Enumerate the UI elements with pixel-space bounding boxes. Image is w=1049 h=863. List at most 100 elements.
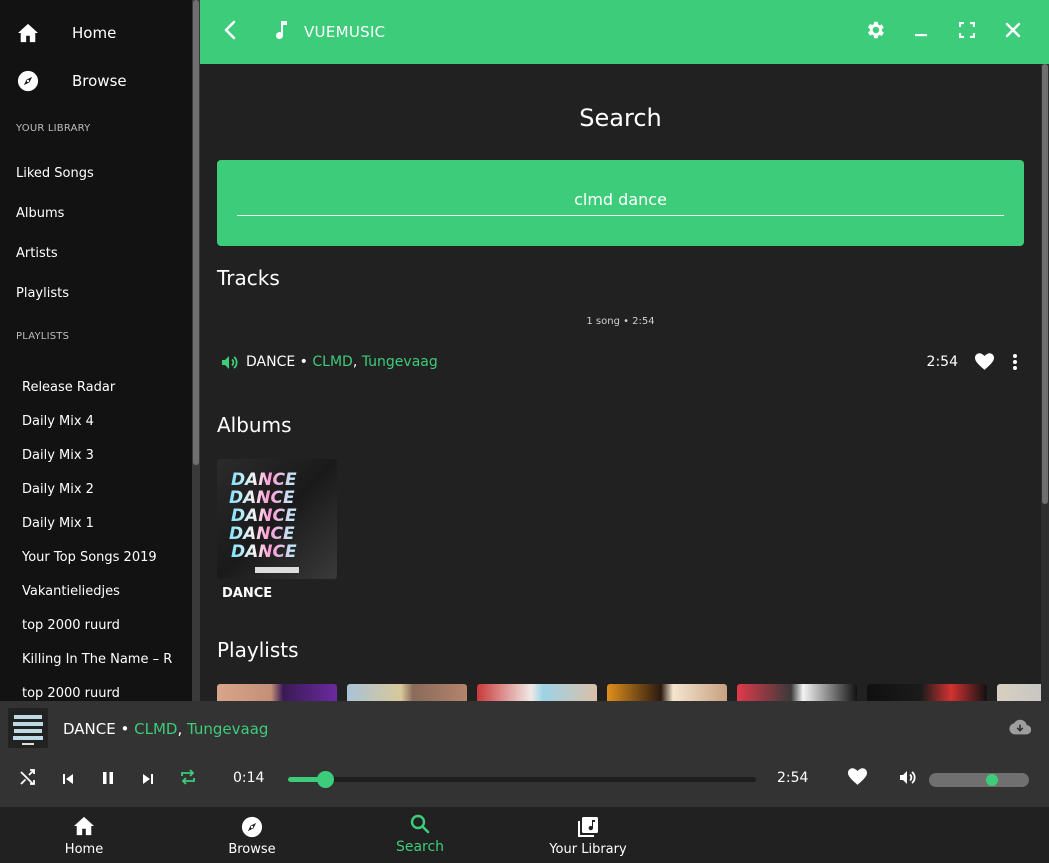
volume-slider[interactable]	[929, 773, 1029, 787]
app-title: VUEMUSIC	[304, 23, 386, 41]
volume-thumb[interactable]	[986, 774, 998, 786]
shuffle-button[interactable]	[16, 769, 40, 789]
settings-button[interactable]	[859, 16, 891, 48]
home-icon	[16, 21, 40, 45]
album-art-text: DANCE	[231, 506, 297, 526]
sidebar-item-artists[interactable]: Artists	[16, 246, 58, 261]
sidebar-playlist-item[interactable]: Your Top Songs 2019	[22, 550, 172, 565]
track-separator: •	[299, 354, 308, 370]
playlists-row	[217, 684, 1047, 701]
repeat-icon	[179, 769, 197, 789]
bottom-nav-label: Your Library	[549, 842, 627, 857]
minimize-button[interactable]	[905, 16, 937, 48]
sidebar-nav-label: Browse	[72, 72, 127, 90]
close-button[interactable]	[997, 16, 1029, 48]
pause-icon	[102, 770, 114, 789]
sidebar-playlist-item[interactable]: Daily Mix 1	[22, 516, 172, 531]
album-title: DANCE	[222, 586, 273, 601]
main-scrollbar[interactable]	[1041, 64, 1049, 701]
sidebar-playlist-item[interactable]: Release Radar	[22, 380, 172, 395]
sidebar-item-liked-songs[interactable]: Liked Songs	[16, 166, 94, 181]
skip-next-icon	[142, 770, 154, 789]
sidebar-playlist-item[interactable]: Daily Mix 3	[22, 448, 172, 463]
back-button[interactable]	[214, 16, 246, 48]
previous-button[interactable]	[56, 769, 80, 789]
logo	[266, 16, 298, 48]
bottom-nav-label: Home	[64, 842, 104, 857]
bottom-nav-library[interactable]: Your Library	[528, 807, 648, 863]
playlist-card[interactable]	[737, 684, 857, 701]
now-playing-artist-link[interactable]: Tungevaag	[187, 720, 268, 738]
time-current: 0:14	[233, 770, 265, 786]
sidebar-playlist-item[interactable]: top 2000 ruurd	[22, 618, 172, 633]
back-arrow-icon	[222, 20, 238, 44]
player-bar: DANCE • CLMD, Tungevaag 0:14 2:54	[0, 701, 1049, 807]
now-playing-cover	[8, 708, 48, 748]
playlist-card[interactable]	[997, 684, 1047, 701]
more-vert-icon[interactable]	[1012, 353, 1018, 375]
bottom-nav-browse[interactable]: Browse	[192, 807, 312, 863]
repeat-button[interactable]	[176, 769, 200, 789]
music-note-icon	[275, 20, 289, 44]
now-playing-info: DANCE • CLMD, Tungevaag	[63, 720, 268, 738]
home-icon	[24, 816, 144, 836]
sidebar-item-albums[interactable]: Albums	[16, 206, 64, 221]
album-card[interactable]: DANCE DANCE DANCE DANCE DANCE DANCE	[217, 459, 337, 604]
track-title: DANCE	[246, 354, 296, 370]
sidebar-playlist-item[interactable]: top 2000 ruurd	[22, 686, 172, 701]
playlist-card[interactable]	[607, 684, 727, 701]
track-row[interactable]: DANCE • CLMD, Tungevaag 2:54	[217, 347, 1024, 379]
seek-thumb[interactable]	[317, 771, 335, 788]
playlist-card[interactable]	[477, 684, 597, 701]
bottom-nav-search[interactable]: Search	[360, 807, 480, 863]
main-content: Search Tracks 1 song • 2:54 DANCE • CLMD…	[200, 64, 1049, 701]
playlist-card[interactable]	[217, 684, 337, 701]
fullscreen-button[interactable]	[951, 16, 983, 48]
sidebar-scrollbar[interactable]	[192, 0, 200, 701]
search-panel	[217, 160, 1024, 246]
minimize-icon	[913, 22, 929, 42]
now-playing-separator: •	[120, 720, 135, 738]
library-heading: YOUR LIBRARY	[16, 123, 91, 134]
album-art-text: DANCE	[229, 488, 295, 508]
seek-slider[interactable]	[288, 771, 756, 788]
compass-icon	[16, 69, 40, 93]
sidebar-item-playlists[interactable]: Playlists	[16, 286, 69, 301]
sidebar-playlist-item[interactable]: Daily Mix 2	[22, 482, 172, 497]
playlist-card[interactable]	[347, 684, 467, 701]
track-artist-link[interactable]: Tungevaag	[362, 354, 438, 370]
volume-button[interactable]	[895, 769, 919, 789]
pause-button[interactable]	[96, 769, 120, 789]
album-art-text: DANCE	[229, 524, 295, 544]
search-icon	[360, 814, 480, 834]
bottom-nav-label: Search	[395, 839, 445, 855]
now-playing-title: DANCE	[63, 720, 116, 738]
fullscreen-icon	[958, 21, 976, 42]
sidebar-scrollbar-thumb[interactable]	[193, 0, 199, 465]
now-playing-artist-link[interactable]: CLMD	[134, 720, 177, 738]
heart-icon[interactable]	[975, 353, 994, 375]
bottom-navigation: Home Browse Search Your Library	[0, 807, 1049, 863]
playlists-heading: PLAYLISTS	[16, 331, 70, 342]
bottom-nav-home[interactable]: Home	[24, 807, 144, 863]
sidebar-playlist-item[interactable]: Killing In The Name – R	[22, 652, 172, 667]
sidebar-nav-browse[interactable]: Browse	[0, 57, 192, 105]
sidebar-playlist-item[interactable]: Daily Mix 4	[22, 414, 172, 429]
albums-heading: Albums	[217, 413, 292, 437]
library-icon	[528, 816, 648, 838]
album-art-text: DANCE	[231, 470, 297, 490]
cloud-download-icon[interactable]	[1009, 719, 1032, 739]
album-cover: DANCE DANCE DANCE DANCE DANCE	[217, 459, 337, 579]
sidebar: Home Browse YOUR LIBRARY Liked Songs Alb…	[0, 0, 200, 701]
like-button[interactable]	[845, 768, 869, 790]
next-button[interactable]	[136, 769, 160, 789]
album-art-text: DANCE	[231, 542, 297, 562]
volume-icon	[899, 770, 916, 789]
heart-icon	[847, 768, 867, 790]
playlist-card[interactable]	[867, 684, 987, 701]
sidebar-playlist-item[interactable]: Vakantieliedjes	[22, 584, 172, 599]
main-scrollbar-thumb[interactable]	[1042, 64, 1048, 504]
sidebar-nav-home[interactable]: Home	[0, 9, 192, 57]
track-artist-link[interactable]: CLMD	[312, 354, 352, 370]
search-input[interactable]	[237, 184, 1004, 216]
